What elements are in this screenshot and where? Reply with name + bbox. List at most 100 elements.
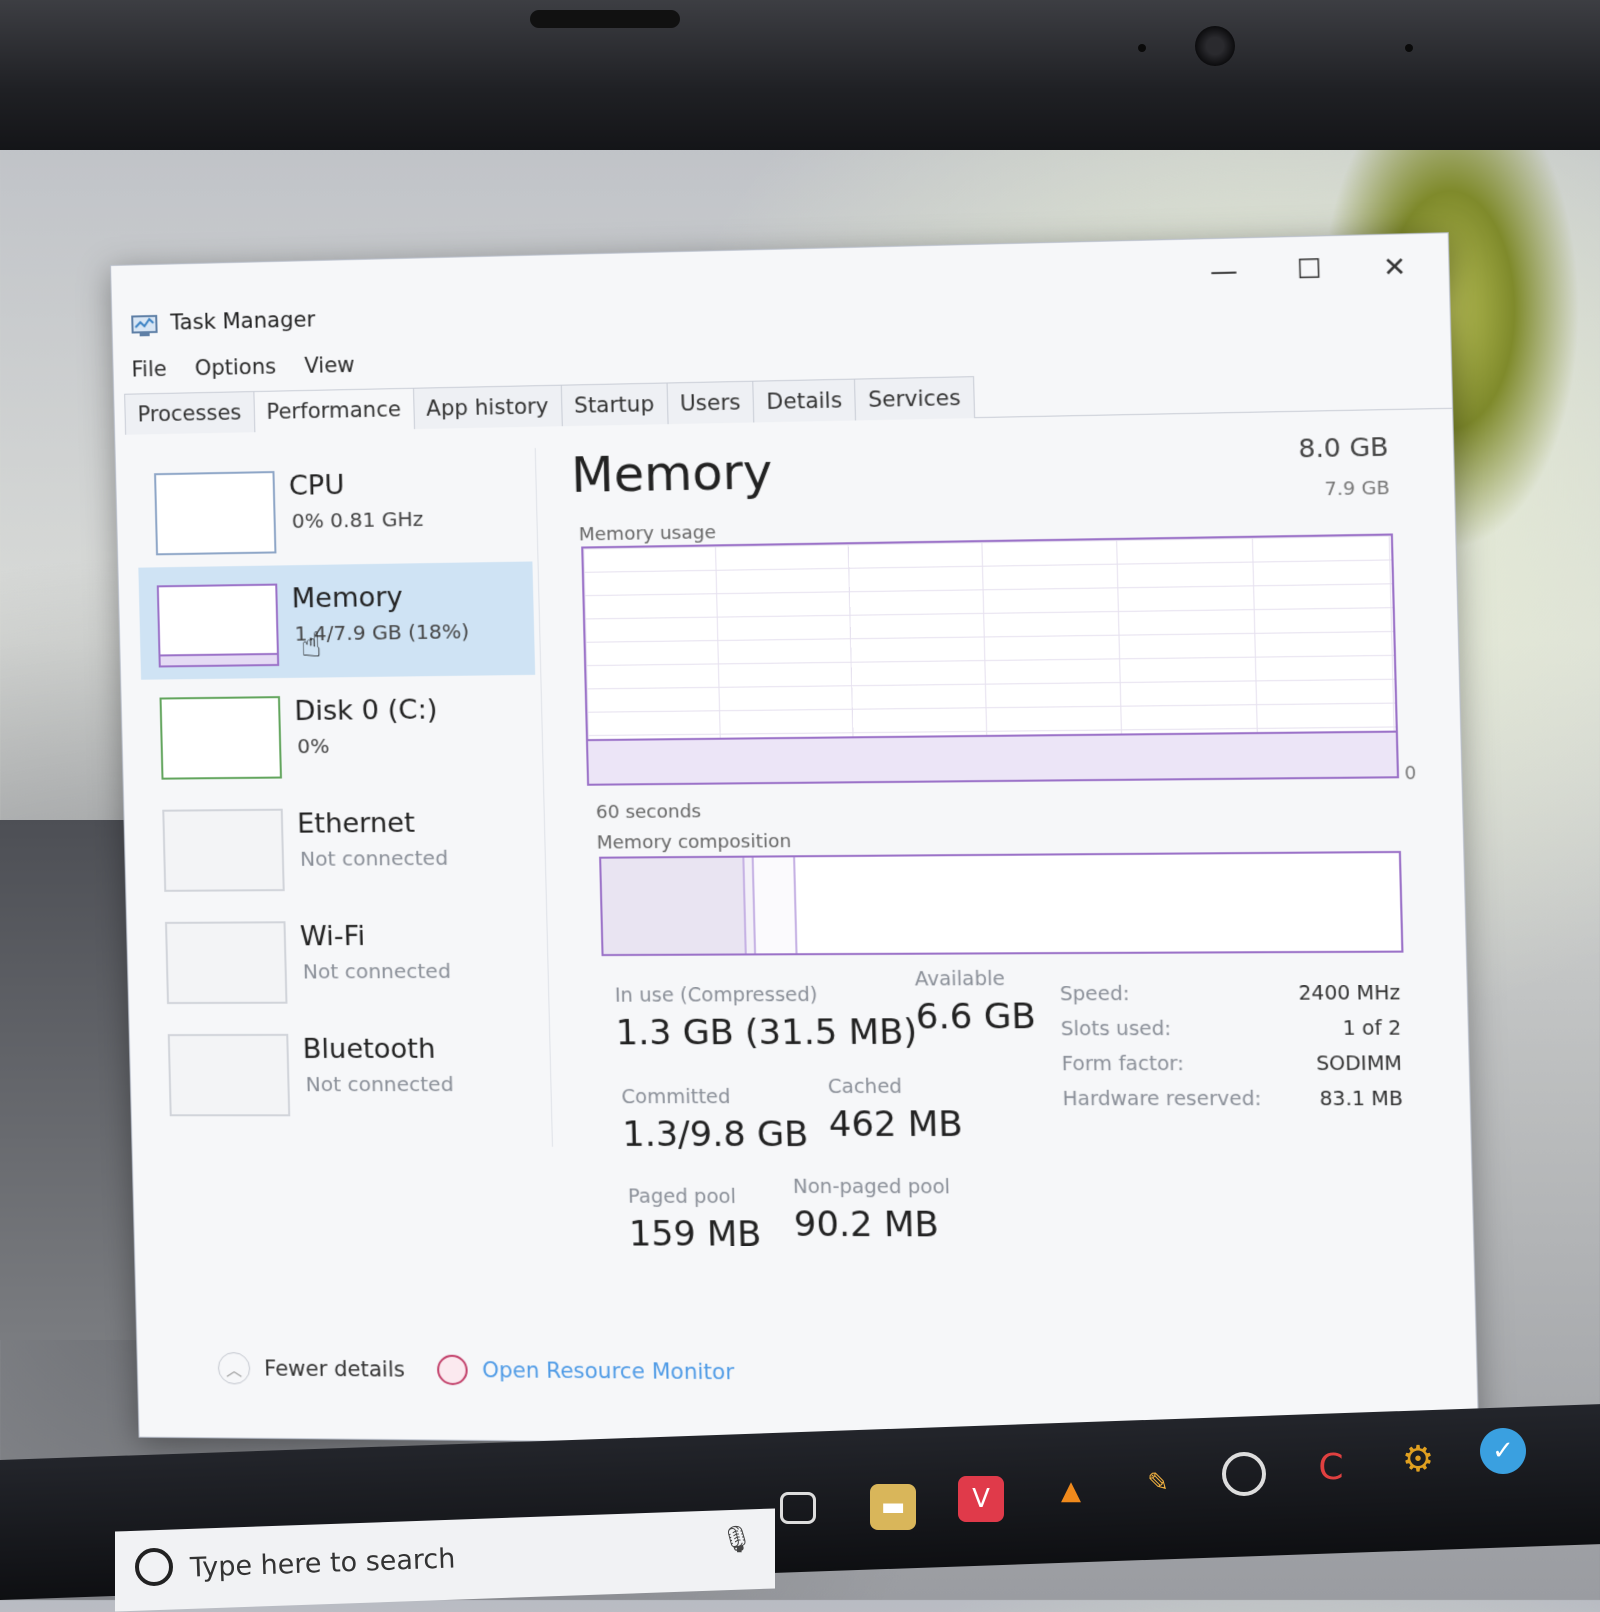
stat-label: In use (Compressed): [614, 983, 818, 1007]
menu-file[interactable]: File: [131, 357, 167, 382]
spinner-app-icon[interactable]: [1222, 1452, 1266, 1496]
stat-cached: Cached 462 MB: [828, 1076, 964, 1146]
wifi-graph-thumbnail: [164, 921, 288, 1005]
pencil-icon[interactable]: ✎: [1135, 1460, 1181, 1506]
search-icon: [135, 1548, 173, 1586]
stat-available: Available 6.6 GB: [915, 968, 1037, 1038]
memory-usage-label: Memory usage: [578, 521, 717, 546]
chevron-up-icon[interactable]: ︿: [217, 1352, 251, 1385]
sidebar-item-label: Wi-Fi: [299, 920, 366, 953]
memory-graph-thumbnail: [156, 583, 280, 668]
vlc-icon[interactable]: ▲: [1048, 1468, 1094, 1514]
memory-composition-label: Memory composition: [596, 830, 792, 854]
footer-bar: ︿ Fewer details Open Resource Monitor: [217, 1352, 735, 1388]
sensor-dot: [1405, 44, 1413, 52]
webcam: [1195, 26, 1235, 66]
tab-app-history[interactable]: App history: [412, 384, 563, 430]
stat-paged-pool: Paged pool 159 MB: [628, 1185, 762, 1255]
sidebar-item-label: Ethernet: [296, 807, 416, 840]
sidebar-item-detail: Not connected: [302, 958, 452, 984]
blue-app-icon[interactable]: ✓: [1480, 1428, 1526, 1474]
graph-min-label: 0: [1404, 763, 1417, 785]
sidebar-item-detail: Not connected: [299, 845, 449, 871]
tab-services[interactable]: Services: [854, 376, 975, 421]
spec-key: Hardware reserved:: [1062, 1087, 1262, 1111]
vivaldi-icon[interactable]: V: [958, 1476, 1004, 1522]
open-resource-monitor-link[interactable]: Open Resource Monitor: [482, 1358, 735, 1384]
ccleaner-icon[interactable]: C: [1308, 1444, 1354, 1490]
spec-form-factor: Form factor: SODIMM: [1061, 1052, 1402, 1087]
fewer-details-button[interactable]: Fewer details: [264, 1356, 405, 1381]
menu-options[interactable]: Options: [194, 354, 276, 380]
sidebar-item-label: Memory: [291, 581, 404, 615]
memory-specs: Speed: 2400 MHz Slots used: 1 of 2 Form …: [1060, 982, 1404, 1123]
memory-detail-panel: Memory 8.0 GB 7.9 GB Memory usage 0 60 s…: [570, 431, 1417, 1314]
bluetooth-graph-thumbnail: [167, 1033, 291, 1117]
sidebar-item-bluetooth[interactable]: Bluetooth Not connected: [149, 1015, 546, 1128]
stat-value: 6.6 GB: [915, 996, 1037, 1038]
spec-value: 1 of 2: [1342, 1017, 1402, 1040]
sidebar-item-label: Bluetooth: [302, 1033, 436, 1066]
resource-monitor-icon[interactable]: [436, 1354, 469, 1386]
stat-non-paged-pool: Non-paged pool 90.2 MB: [793, 1176, 952, 1246]
composition-in-use[interactable]: [601, 857, 747, 955]
tab-processes[interactable]: Processes: [124, 391, 255, 435]
tab-users[interactable]: Users: [666, 380, 755, 425]
sidebar-item-detail: 0%: [297, 733, 330, 759]
hand-cursor-icon: ☝: [300, 625, 323, 666]
spec-value: SODIMM: [1315, 1052, 1403, 1076]
stat-in-use: In use (Compressed) 1.3 GB (31.5 MB): [614, 983, 918, 1054]
page-title: Memory: [570, 443, 774, 505]
sidebar-item-ethernet[interactable]: Ethernet Not connected: [144, 788, 541, 904]
memory-usage-graph: [581, 533, 1400, 786]
spec-key: Form factor:: [1061, 1052, 1185, 1076]
tab-details[interactable]: Details: [752, 378, 857, 423]
sidebar-item-detail: 0% 0.81 GHz: [291, 506, 424, 534]
stat-value: 90.2 MB: [793, 1204, 940, 1246]
composition-standby[interactable]: [754, 857, 798, 954]
minimize-button[interactable]: —: [1191, 248, 1256, 295]
spec-key: Slots used:: [1060, 1017, 1172, 1041]
spec-value: 2400 MHz: [1298, 981, 1401, 1005]
time-span-label: 60 seconds: [595, 801, 702, 824]
sidebar-item-label: CPU: [288, 469, 345, 502]
window-title: Task Manager: [170, 307, 316, 335]
memory-usage-fill: [587, 730, 1397, 784]
stat-value: 462 MB: [828, 1104, 964, 1146]
laptop-bezel: [0, 0, 1600, 150]
sidebar-item-memory[interactable]: Memory 1.4/7.9 GB (18%) ☝: [138, 561, 536, 680]
stat-value: 159 MB: [628, 1213, 762, 1256]
close-button[interactable]: ✕: [1362, 244, 1428, 291]
spec-speed: Speed: 2400 MHz: [1060, 982, 1401, 1018]
task-view-icon[interactable]: [780, 1492, 816, 1524]
menu-view[interactable]: View: [304, 353, 355, 378]
maximize-button[interactable]: ☐: [1277, 246, 1342, 293]
stat-label: Available: [914, 967, 1006, 991]
sidebar-item-wifi[interactable]: Wi-Fi Not connected: [147, 902, 544, 1016]
stat-value: 1.3 GB (31.5 MB): [615, 1012, 918, 1054]
tab-startup[interactable]: Startup: [560, 382, 669, 427]
disk-graph-thumbnail: [159, 696, 282, 780]
memory-composition-bar[interactable]: [599, 850, 1404, 957]
graph-max-label: 7.9 GB: [1324, 477, 1390, 501]
title-bar[interactable]: Task Manager — ☐ ✕: [111, 233, 1449, 337]
total-memory: 8.0 GB: [1298, 431, 1389, 464]
spec-key: Speed:: [1059, 982, 1130, 1006]
sidebar-item-disk[interactable]: Disk 0 (C:) 0%: [141, 675, 538, 792]
spec-value: 83.1 MB: [1319, 1087, 1404, 1111]
stat-committed: Committed 1.3/9.8 GB: [621, 1086, 809, 1155]
stat-label: Committed: [621, 1085, 731, 1109]
stat-value: 1.3/9.8 GB: [621, 1114, 809, 1156]
file-explorer-icon[interactable]: ▬: [870, 1484, 916, 1530]
stat-label: Cached: [827, 1075, 903, 1099]
performance-sidebar: CPU 0% 0.81 GHz Memory 1.4/7.9 GB (18%) …: [135, 447, 553, 1147]
stat-label: Non-paged pool: [792, 1175, 951, 1199]
microphone-icon[interactable]: 🎙: [720, 1525, 753, 1555]
gear-app-icon[interactable]: ⚙: [1395, 1436, 1441, 1482]
bezel-notch: [530, 10, 680, 28]
tab-performance[interactable]: Performance: [252, 387, 415, 433]
sidebar-item-cpu[interactable]: CPU 0% 0.81 GHz: [136, 448, 533, 568]
sidebar-item-label: Disk 0 (C:): [294, 694, 438, 728]
sidebar-item-detail: Not connected: [305, 1071, 454, 1097]
stat-label: Paged pool: [627, 1185, 737, 1209]
